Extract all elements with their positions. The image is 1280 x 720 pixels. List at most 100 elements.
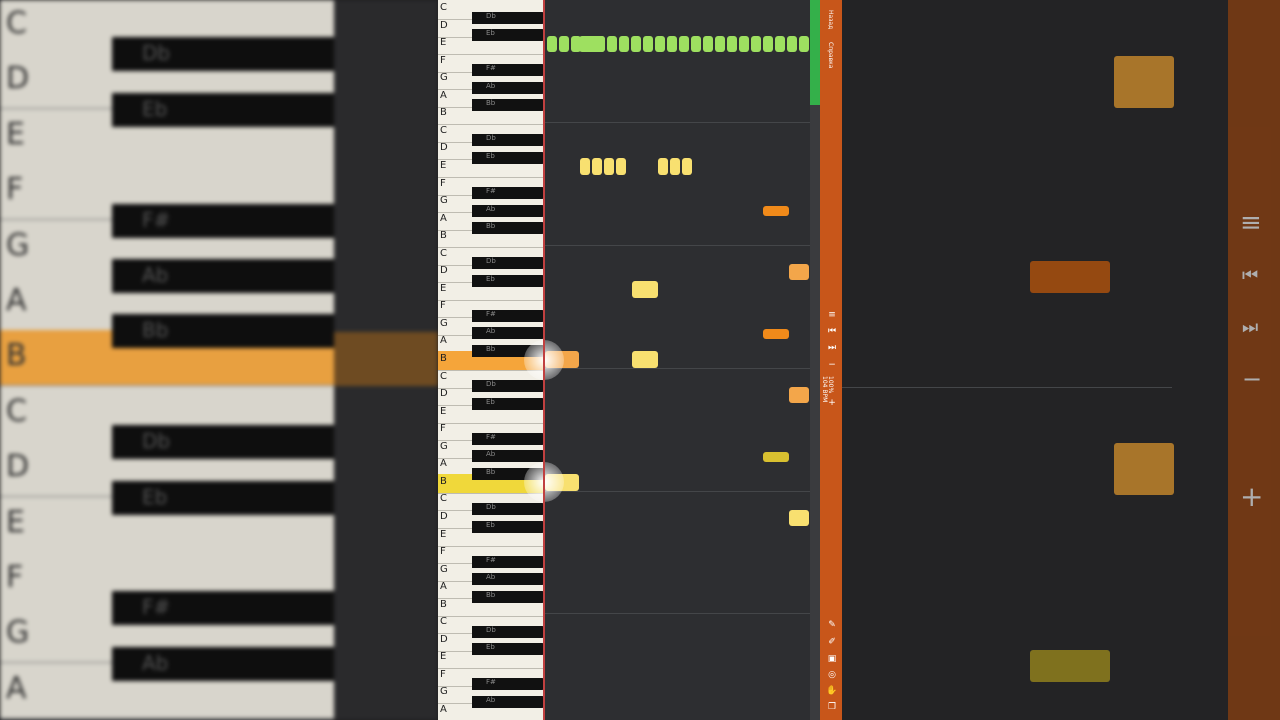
black-key[interactable]: Bb	[472, 99, 544, 112]
green-note[interactable]	[691, 36, 701, 52]
green-note[interactable]	[715, 36, 725, 52]
black-key[interactable]: Eb	[472, 29, 544, 42]
menu-icon[interactable]: ≡	[826, 310, 838, 320]
black-key[interactable]: Db	[472, 11, 544, 24]
black-key[interactable]: Eb	[472, 274, 544, 287]
green-note[interactable]	[703, 36, 713, 52]
black-key[interactable]: Bb	[472, 222, 544, 235]
brush-icon[interactable]: ✐	[826, 637, 838, 647]
bg-key-label: Db	[142, 429, 171, 454]
green-note[interactable]	[679, 36, 689, 52]
yellow-note[interactable]	[592, 158, 602, 175]
yellow-note[interactable]	[616, 158, 626, 175]
key-label: F#	[486, 64, 496, 73]
piano-roll[interactable]	[545, 0, 810, 720]
black-key[interactable]: Ab	[472, 204, 544, 217]
black-key[interactable]: F#	[472, 432, 544, 445]
green-note[interactable]	[787, 36, 797, 52]
green-note[interactable]	[751, 36, 761, 52]
orange-note[interactable]	[763, 206, 789, 216]
hand-icon[interactable]: ✋	[826, 686, 838, 696]
green-note[interactable]	[579, 36, 605, 52]
yellow-note[interactable]	[604, 158, 614, 175]
key-label: F	[440, 300, 446, 312]
yellow-note[interactable]	[580, 158, 590, 175]
yellow-note[interactable]	[682, 158, 692, 175]
black-key[interactable]: Eb	[472, 151, 544, 164]
black-key[interactable]: Ab	[472, 696, 544, 708]
black-key[interactable]: Ab	[472, 81, 544, 94]
key-label: G	[440, 195, 448, 207]
key-label: D	[440, 265, 448, 277]
green-note[interactable]	[631, 36, 641, 52]
bg-skip-start-icon: ⏮	[1242, 265, 1259, 286]
square-icon[interactable]: ▣	[826, 654, 838, 664]
green-note[interactable]	[727, 36, 737, 52]
bg-black-key: Db	[112, 37, 334, 72]
vertical-scrollbar[interactable]	[810, 0, 820, 720]
skip-start-icon[interactable]: ⏮	[826, 326, 838, 336]
black-key[interactable]: F#	[472, 678, 544, 691]
black-key[interactable]: Ab	[472, 327, 544, 340]
yellow-note[interactable]	[658, 158, 668, 175]
bg-key-label: C	[6, 6, 27, 41]
key-label: A	[440, 89, 447, 101]
plus-icon[interactable]: +	[826, 398, 838, 408]
amber-note[interactable]	[789, 264, 809, 280]
yellow-note[interactable]	[670, 158, 680, 175]
green-note[interactable]	[655, 36, 665, 52]
green-note[interactable]	[799, 36, 809, 52]
black-key[interactable]: Db	[472, 502, 544, 515]
key-label: Ab	[486, 327, 496, 336]
target-icon[interactable]: ◎	[826, 670, 838, 680]
black-key[interactable]: Db	[472, 134, 544, 147]
amber-note[interactable]	[789, 387, 809, 403]
menu-help[interactable]: Справка	[827, 42, 834, 68]
key-label: E	[440, 528, 447, 540]
black-key[interactable]: Db	[472, 380, 544, 393]
green-note[interactable]	[607, 36, 617, 52]
key-label: F#	[486, 555, 496, 564]
black-key[interactable]: F#	[472, 187, 544, 200]
yellow-note[interactable]	[632, 351, 658, 368]
key-label: E	[440, 405, 447, 417]
black-key[interactable]: F#	[472, 64, 544, 77]
skip-end-icon[interactable]: ⏭	[826, 343, 838, 353]
black-key[interactable]: F#	[472, 309, 544, 322]
bg-key-label: D	[6, 61, 30, 97]
black-key[interactable]: Db	[472, 625, 544, 638]
green-note[interactable]	[667, 36, 677, 52]
green-note[interactable]	[775, 36, 785, 52]
bg-black-key: Eb	[112, 480, 334, 515]
key-label: Ab	[486, 573, 496, 582]
scroll-thumb[interactable]	[810, 0, 820, 105]
menu-back[interactable]: Назад	[827, 10, 834, 29]
black-key[interactable]: Ab	[472, 450, 544, 463]
black-key[interactable]: Ab	[472, 573, 544, 586]
yellow-note[interactable]	[763, 452, 789, 462]
black-key[interactable]: Eb	[472, 397, 544, 410]
green-note[interactable]	[547, 36, 557, 52]
octave-line	[842, 387, 1172, 388]
black-key[interactable]: Bb	[472, 590, 544, 603]
black-key[interactable]: Eb	[472, 643, 544, 656]
key-label: C	[440, 2, 447, 13]
black-key[interactable]: F#	[472, 555, 544, 568]
pencil-icon[interactable]: ✎	[826, 620, 838, 630]
bg-black-key: Bb	[112, 314, 334, 349]
key-label: B	[440, 230, 447, 242]
key-label: Bb	[486, 345, 496, 353]
black-key[interactable]: Db	[472, 257, 544, 270]
copy-icon[interactable]: ❐	[826, 702, 838, 712]
green-note[interactable]	[643, 36, 653, 52]
green-note[interactable]	[739, 36, 749, 52]
green-note[interactable]	[763, 36, 773, 52]
minus-icon[interactable]: −	[826, 360, 838, 370]
green-note[interactable]	[619, 36, 629, 52]
yellow-note[interactable]	[632, 281, 658, 298]
black-key[interactable]: Eb	[472, 520, 544, 533]
yellow-note[interactable]	[789, 510, 809, 526]
orange-note[interactable]	[763, 329, 789, 339]
key-label: B	[440, 598, 447, 610]
green-note[interactable]	[559, 36, 569, 52]
